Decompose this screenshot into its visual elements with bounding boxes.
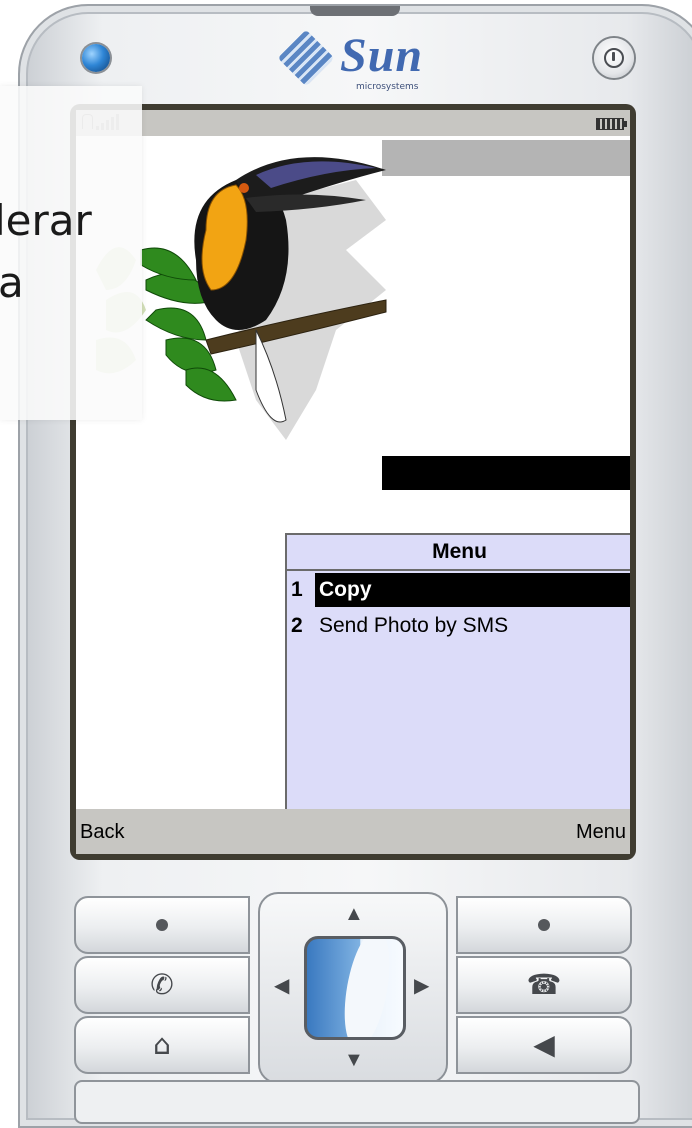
power-icon: [604, 48, 624, 68]
menu-item-number: 2: [291, 614, 303, 637]
left-soft-key[interactable]: [74, 896, 250, 954]
right-soft-key[interactable]: [456, 896, 632, 954]
home-key[interactable]: ⌂: [74, 1016, 250, 1074]
end-call-key[interactable]: ☎: [456, 956, 632, 1014]
keypad-strip: [74, 1080, 640, 1124]
phone-call-icon: ✆: [150, 968, 174, 1001]
overlay-card: lerar a: [0, 86, 142, 420]
softkey-bar: Back Menu: [76, 809, 630, 854]
status-led: [82, 44, 110, 72]
arrow-up-icon[interactable]: ▲: [344, 904, 364, 924]
gray-bar: [382, 140, 630, 176]
dot-icon: [156, 919, 168, 931]
sun-logo-mark: [277, 29, 335, 87]
power-button[interactable]: [594, 38, 634, 78]
status-bar: [76, 110, 630, 136]
sun-logo: Sun microsystems: [277, 29, 466, 104]
softkey-menu[interactable]: Menu: [576, 821, 626, 844]
clear-key[interactable]: ◀: [456, 1016, 632, 1074]
call-key[interactable]: ✆: [74, 956, 250, 1014]
back-arrow-icon: ◀: [533, 1028, 555, 1061]
photo-canvas: Menu 1 Copy 2 Send Photo by SMS: [76, 136, 630, 811]
dot-icon: [538, 919, 550, 931]
options-menu: Menu 1 Copy 2 Send Photo by SMS: [285, 533, 630, 811]
home-icon: ⌂: [153, 1028, 171, 1061]
menu-item-label: Send Photo by SMS: [319, 614, 509, 637]
arrow-left-icon[interactable]: ◀: [274, 976, 289, 996]
arrow-down-icon[interactable]: ▼: [344, 1050, 364, 1070]
sun-logo-text: Sun: [340, 29, 424, 82]
arrow-right-icon[interactable]: ▶: [414, 976, 429, 996]
navigation-dpad[interactable]: ▲ ▼ ◀ ▶: [258, 892, 448, 1084]
speaker-grille: [310, 6, 400, 16]
menu-item-label: Copy: [319, 578, 372, 601]
dpad-select-button[interactable]: [304, 936, 406, 1040]
overlay-text-line-1: lerar: [0, 196, 92, 245]
overlay-text-line-2: a: [0, 258, 24, 307]
black-bar: [382, 456, 630, 490]
menu-item-copy[interactable]: 1 Copy: [287, 573, 630, 607]
battery-icon: [596, 118, 627, 130]
phone-screen: Menu 1 Copy 2 Send Photo by SMS Back Men…: [76, 110, 630, 854]
softkey-back[interactable]: Back: [80, 821, 124, 844]
menu-item-send-photo-sms[interactable]: 2 Send Photo by SMS: [287, 609, 630, 643]
sun-logo-subtext: microsystems: [356, 82, 419, 92]
menu-title: Menu: [287, 535, 630, 571]
end-call-icon: ☎: [526, 968, 562, 1001]
menu-item-number: 1: [291, 578, 303, 601]
